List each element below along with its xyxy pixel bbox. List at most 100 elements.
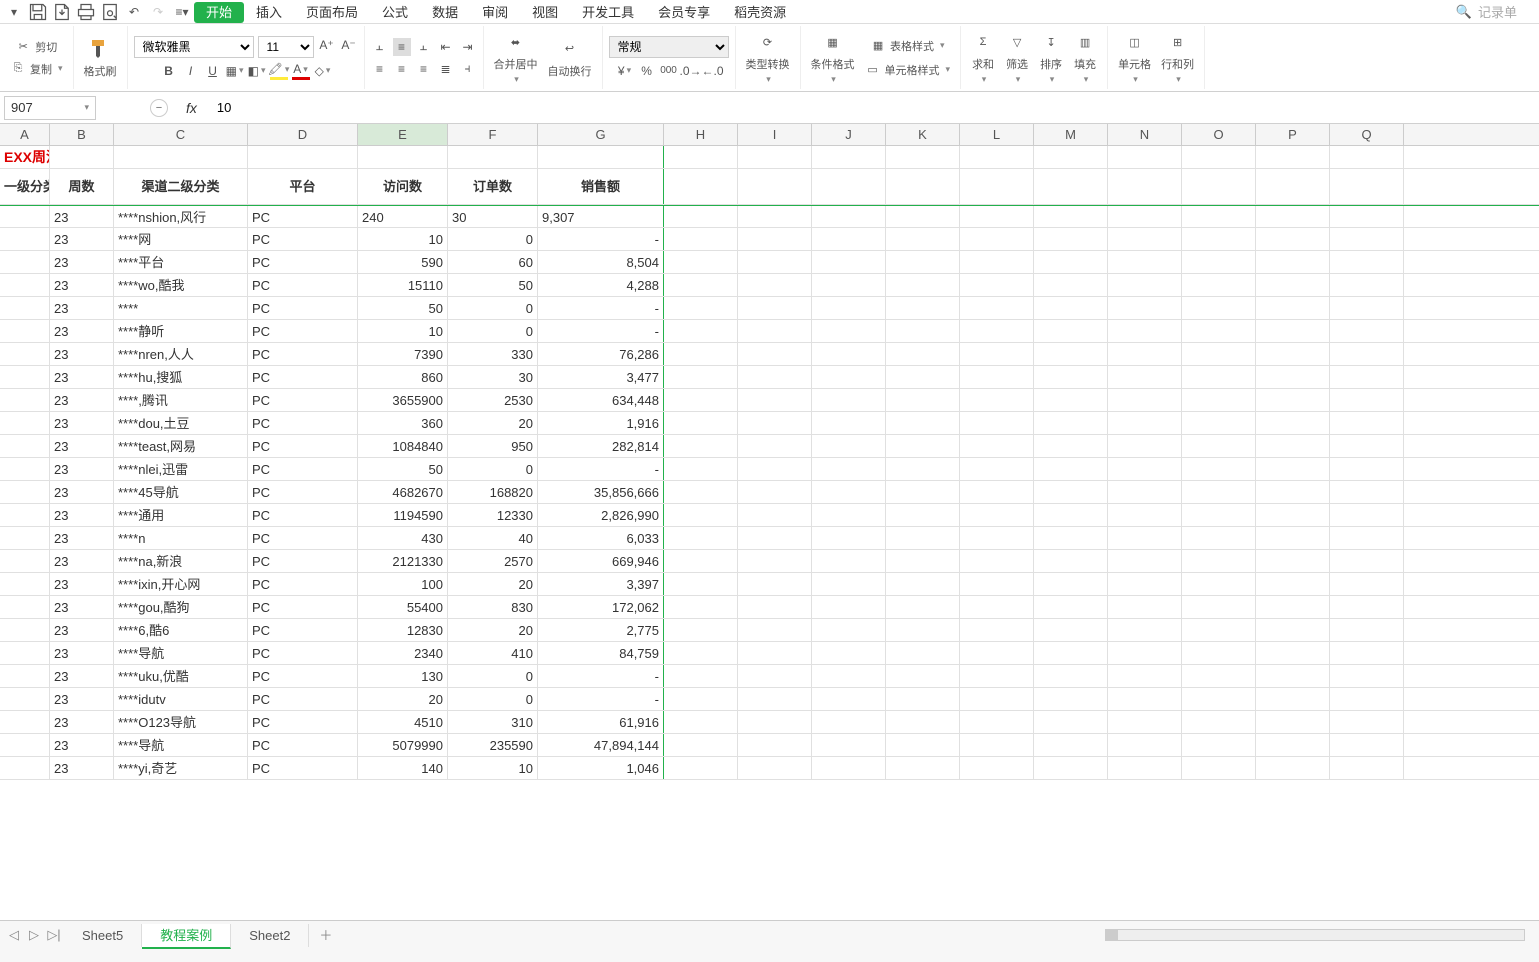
cell[interactable] (0, 481, 50, 503)
cell[interactable] (1182, 389, 1256, 411)
decrease-decimal-icon[interactable]: ←.0 (704, 62, 722, 80)
cell[interactable] (886, 619, 960, 641)
cell[interactable]: PC (248, 711, 358, 733)
cell[interactable]: PC (248, 320, 358, 342)
cell[interactable] (1034, 366, 1108, 388)
cell[interactable]: 23 (50, 343, 114, 365)
column-header-A[interactable]: A (0, 124, 50, 145)
cell[interactable]: 23 (50, 251, 114, 273)
cell[interactable] (0, 688, 50, 710)
cell[interactable] (812, 297, 886, 319)
cell[interactable]: 4682670 (358, 481, 448, 503)
cell[interactable] (1034, 343, 1108, 365)
column-header-D[interactable]: D (248, 124, 358, 145)
cell[interactable] (664, 320, 738, 342)
cell[interactable] (1034, 596, 1108, 618)
cell[interactable] (664, 169, 738, 204)
cell[interactable]: 20 (448, 412, 538, 434)
cell[interactable]: 60 (448, 251, 538, 273)
cell[interactable] (664, 527, 738, 549)
cell[interactable] (1182, 228, 1256, 250)
cell[interactable] (1330, 550, 1404, 572)
cell[interactable]: PC (248, 734, 358, 756)
cell[interactable]: 35,856,666 (538, 481, 664, 503)
cell[interactable] (50, 146, 114, 168)
cell[interactable] (960, 251, 1034, 273)
cell[interactable]: PC (248, 251, 358, 273)
format-painter-button[interactable]: 格式刷 (80, 35, 121, 81)
cell[interactable] (1108, 146, 1182, 168)
align-right-icon[interactable]: ≡ (415, 60, 433, 78)
cell[interactable]: ****O123导航 (114, 711, 248, 733)
cell-fill-icon[interactable]: ◧ (248, 62, 266, 80)
cell[interactable] (1330, 642, 1404, 664)
cell[interactable] (1256, 642, 1330, 664)
cell[interactable]: 平台 (248, 169, 358, 204)
cell[interactable] (1108, 297, 1182, 319)
cell[interactable] (960, 206, 1034, 227)
copy-button[interactable]: ⎘复制 (6, 59, 67, 79)
sheet-tab-教程案例[interactable]: 教程案例 (142, 924, 231, 949)
cell[interactable] (1256, 435, 1330, 457)
cell[interactable] (1256, 757, 1330, 779)
cell[interactable] (960, 228, 1034, 250)
cell[interactable]: 23 (50, 757, 114, 779)
cell[interactable] (1330, 320, 1404, 342)
cell[interactable] (738, 711, 812, 733)
cell[interactable] (664, 642, 738, 664)
cell[interactable]: ****nlei,迅雷 (114, 458, 248, 480)
cell[interactable] (1108, 596, 1182, 618)
cell[interactable] (738, 435, 812, 457)
fx-icon[interactable]: fx (186, 100, 197, 116)
cell[interactable] (960, 366, 1034, 388)
cell[interactable] (886, 573, 960, 595)
cell[interactable] (960, 297, 1034, 319)
cell[interactable] (1108, 481, 1182, 503)
cell[interactable] (960, 550, 1034, 572)
cell[interactable] (738, 573, 812, 595)
cell[interactable] (960, 619, 1034, 641)
cell[interactable] (738, 481, 812, 503)
cell[interactable] (0, 734, 50, 756)
cell[interactable]: PC (248, 573, 358, 595)
font-size-select[interactable]: 11 (258, 36, 314, 58)
cell[interactable] (1330, 435, 1404, 457)
cell[interactable]: 23 (50, 642, 114, 664)
cell[interactable] (0, 228, 50, 250)
cell[interactable]: 23 (50, 389, 114, 411)
cell[interactable] (1330, 343, 1404, 365)
cell[interactable] (738, 665, 812, 687)
menu-tab-插入[interactable]: 插入 (244, 2, 294, 23)
cell[interactable]: 10 (448, 757, 538, 779)
column-header-B[interactable]: B (50, 124, 114, 145)
cell[interactable] (738, 169, 812, 204)
cell[interactable] (960, 573, 1034, 595)
cell[interactable] (1256, 297, 1330, 319)
cell[interactable] (960, 169, 1034, 204)
cell[interactable] (664, 757, 738, 779)
sheet-tab-Sheet5[interactable]: Sheet5 (64, 924, 142, 947)
cell[interactable] (1034, 389, 1108, 411)
cell[interactable] (738, 389, 812, 411)
cell[interactable]: 20 (448, 573, 538, 595)
cell[interactable]: 50 (448, 274, 538, 296)
cell[interactable]: 669,946 (538, 550, 664, 572)
column-header-K[interactable]: K (886, 124, 960, 145)
column-header-L[interactable]: L (960, 124, 1034, 145)
cell[interactable] (1034, 458, 1108, 480)
cell[interactable]: PC (248, 458, 358, 480)
cell[interactable]: PC (248, 206, 358, 227)
cell[interactable] (960, 665, 1034, 687)
cell[interactable]: 1,916 (538, 412, 664, 434)
cell[interactable] (1182, 527, 1256, 549)
cell[interactable] (0, 366, 50, 388)
cell[interactable] (738, 688, 812, 710)
column-header-E[interactable]: E (358, 124, 448, 145)
cell[interactable] (0, 527, 50, 549)
cell[interactable] (960, 642, 1034, 664)
cell[interactable] (358, 146, 448, 168)
cell[interactable]: - (538, 458, 664, 480)
cell[interactable]: ****nshion,风行 (114, 206, 248, 227)
cell[interactable]: 10 (358, 228, 448, 250)
cell[interactable]: 23 (50, 734, 114, 756)
